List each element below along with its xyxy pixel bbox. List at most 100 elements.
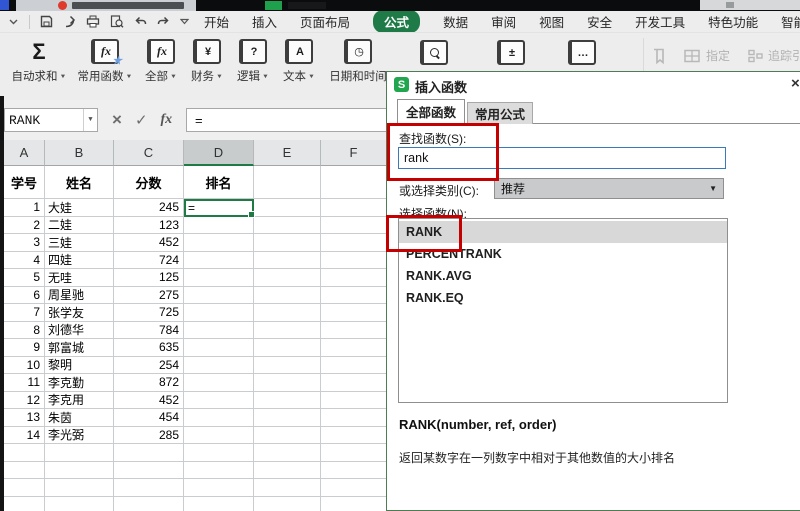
cell[interactable]: 123 — [114, 217, 184, 235]
cell[interactable]: 郭富城 — [45, 339, 114, 357]
search-function-input[interactable] — [398, 147, 726, 169]
cell[interactable] — [254, 357, 321, 375]
column-header-B[interactable]: B — [45, 140, 114, 166]
menu-item-1[interactable]: 插入 — [252, 11, 277, 32]
cell[interactable] — [254, 252, 321, 270]
print-icon[interactable] — [86, 15, 100, 28]
trace-precedents-button[interactable]: 追踪引用 — [748, 47, 800, 64]
cell[interactable]: 11 — [4, 374, 45, 392]
ribbon-button-5[interactable]: A文本▼ — [276, 38, 322, 84]
cell[interactable] — [184, 234, 254, 252]
cell[interactable]: 452 — [114, 234, 184, 252]
cell[interactable] — [114, 462, 184, 480]
cell[interactable]: 5 — [4, 269, 45, 287]
menu-item-2[interactable]: 页面布局 — [300, 11, 350, 32]
cell[interactable] — [254, 166, 321, 199]
assign-button[interactable]: 指定 — [684, 47, 730, 64]
cell[interactable]: 6 — [4, 287, 45, 305]
cell[interactable] — [321, 392, 387, 410]
cell[interactable] — [321, 479, 387, 497]
column-header-A[interactable]: A — [4, 140, 45, 166]
name-manager-button[interactable] — [650, 47, 667, 65]
insert-function-icon[interactable]: fx — [161, 112, 173, 128]
cell[interactable] — [254, 392, 321, 410]
math-trig-icon[interactable]: ± — [497, 40, 525, 65]
cell[interactable] — [321, 199, 387, 217]
cell[interactable] — [254, 462, 321, 480]
cell[interactable] — [184, 322, 254, 340]
function-item-PERCENTRANK[interactable]: PERCENTRANK — [399, 243, 727, 265]
cell[interactable] — [254, 427, 321, 445]
cell[interactable] — [184, 427, 254, 445]
cell[interactable] — [321, 357, 387, 375]
cell[interactable] — [4, 462, 45, 480]
cell[interactable] — [254, 497, 321, 511]
cell[interactable] — [184, 462, 254, 480]
function-item-RANK.AVG[interactable]: RANK.AVG — [399, 265, 727, 287]
cell[interactable] — [4, 444, 45, 462]
cell[interactable] — [254, 199, 321, 217]
cell[interactable]: 李克用 — [45, 392, 114, 410]
ribbon-button-6[interactable]: ◷日期和时间 — [322, 38, 394, 84]
more-dropdown-icon[interactable] — [180, 18, 189, 25]
cell[interactable] — [184, 252, 254, 270]
cell[interactable] — [321, 304, 387, 322]
cell[interactable]: 黎明 — [45, 357, 114, 375]
cell[interactable] — [321, 409, 387, 427]
redo-icon[interactable] — [157, 16, 170, 27]
cell[interactable]: 254 — [114, 357, 184, 375]
cell[interactable] — [45, 444, 114, 462]
cell[interactable] — [254, 322, 321, 340]
cell[interactable]: 姓名 — [45, 166, 114, 199]
cell[interactable]: 14 — [4, 427, 45, 445]
cell[interactable] — [45, 462, 114, 480]
cell[interactable] — [254, 374, 321, 392]
cell[interactable]: 分数 — [114, 166, 184, 199]
cell[interactable]: 9 — [4, 339, 45, 357]
cell[interactable] — [321, 287, 387, 305]
cancel-entry-icon[interactable]: × — [112, 110, 122, 130]
cell[interactable] — [184, 304, 254, 322]
ribbon-button-1[interactable]: fx★常用函数▼ — [72, 38, 138, 84]
cell[interactable] — [254, 479, 321, 497]
cell[interactable]: 大娃 — [45, 199, 114, 217]
cell[interactable]: 朱茵 — [45, 409, 114, 427]
cell[interactable]: 784 — [114, 322, 184, 340]
cell[interactable] — [184, 409, 254, 427]
menu-item-9[interactable]: 特色功能 — [708, 11, 758, 32]
ribbon-button-2[interactable]: fx全部▼ — [138, 38, 184, 84]
cell[interactable]: 872 — [114, 374, 184, 392]
cell[interactable]: 排名 — [184, 166, 254, 199]
cell[interactable] — [184, 392, 254, 410]
cell[interactable]: 无哇 — [45, 269, 114, 287]
menu-item-0[interactable]: 开始 — [204, 11, 229, 32]
document-tab[interactable] — [16, 0, 196, 11]
cell[interactable]: 周星驰 — [45, 287, 114, 305]
cell[interactable] — [321, 234, 387, 252]
confirm-entry-icon[interactable]: ✓ — [135, 111, 148, 129]
print-preview-icon[interactable] — [110, 15, 124, 28]
cell[interactable]: 125 — [114, 269, 184, 287]
menu-item-5[interactable]: 审阅 — [491, 11, 516, 32]
cell[interactable] — [321, 322, 387, 340]
function-item-RANK[interactable]: RANK — [399, 221, 727, 243]
cell[interactable]: 13 — [4, 409, 45, 427]
cell[interactable]: 1 — [4, 199, 45, 217]
tab-all-functions[interactable]: 全部函数 — [397, 99, 465, 124]
cell[interactable] — [114, 479, 184, 497]
cell[interactable]: 10 — [4, 357, 45, 375]
cell[interactable] — [254, 217, 321, 235]
cell[interactable] — [4, 479, 45, 497]
collapse-chevron-icon[interactable] — [8, 17, 19, 26]
cell[interactable] — [321, 427, 387, 445]
menu-item-6[interactable]: 视图 — [539, 11, 564, 32]
cell[interactable]: 724 — [114, 252, 184, 270]
cell[interactable] — [254, 269, 321, 287]
save-icon[interactable] — [40, 15, 53, 28]
lookup-reference-icon[interactable] — [420, 40, 448, 65]
column-header-E[interactable]: E — [254, 140, 321, 166]
cell[interactable]: 李光弼 — [45, 427, 114, 445]
cell[interactable] — [254, 444, 321, 462]
cell[interactable] — [114, 497, 184, 511]
menu-item-10[interactable]: 智能工具箱 — [781, 11, 800, 32]
